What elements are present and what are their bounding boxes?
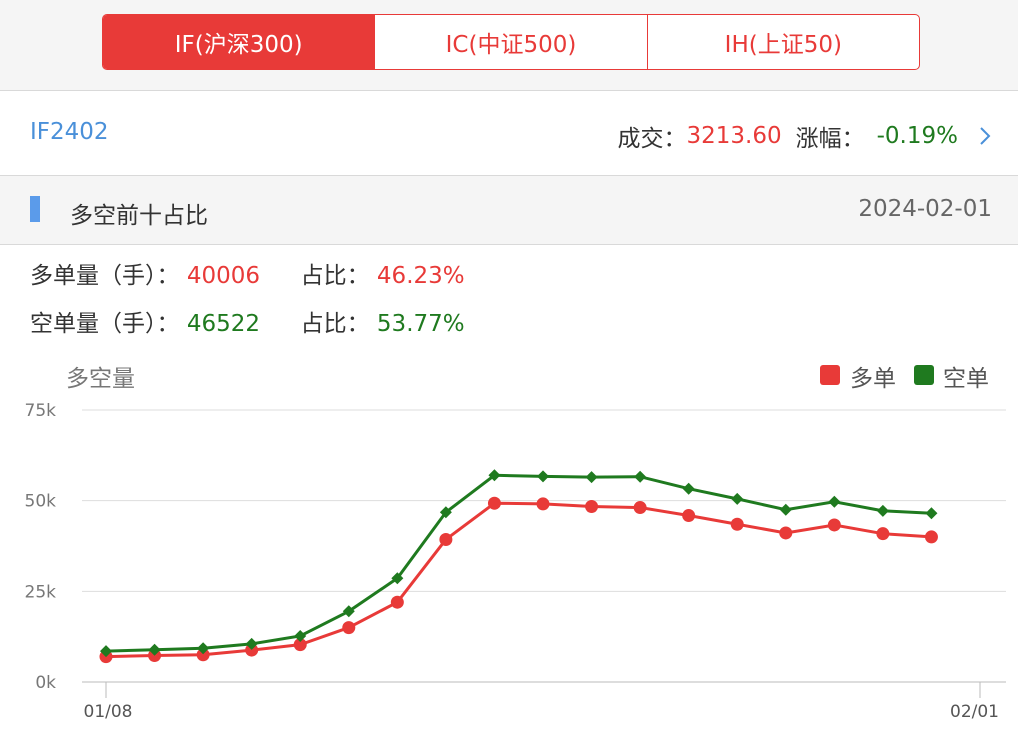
section-header: 多空前十占比 2024-02-01 [0,175,1018,245]
volume-label: 成交： [617,126,687,152]
legend-swatch-long [820,365,840,385]
chevron-right-icon[interactable] [976,125,994,147]
data-point-short [537,470,549,483]
data-point-long [439,532,453,546]
long-label: 多单量（手）： [30,263,180,289]
data-point-long [585,499,599,513]
data-point-long [342,621,356,635]
long-ratio: 46.23% [376,263,465,289]
short-value: 46522 [186,311,260,337]
change-value: -0.19% [876,123,958,149]
long-value: 40006 [186,263,260,289]
data-point-short [731,492,744,505]
legend-label-long: 多单 [850,366,896,392]
quote-info: 成交： 3213.60 涨幅： -0.19% [618,119,995,153]
data-point-short [634,470,647,483]
volume-value: 3213.60 [686,123,782,149]
short-ratio-label: 占比： [300,311,370,337]
data-point-short [585,471,598,484]
series-line-long [105,501,932,659]
series-line-short [105,473,932,653]
section-title: 多空前十占比 [70,203,208,229]
long-short-chart: 多空量 多单 空单 0k 25k 50k 75k 01/08 02/01 [25,365,1006,722]
data-point-long [487,496,501,510]
tab-if[interactable]: IF(沪深300) [103,15,375,69]
long-stats: 多单量（手）： 40006 占比： 46.23% [30,256,465,290]
contract-row[interactable]: IF2402 成交： 3213.60 涨幅： -0.19% [0,91,1018,175]
data-point-long [390,595,404,609]
data-point-short [682,482,695,495]
short-label: 空单量（手）： [30,311,180,337]
contract-tabs-bar: IF(沪深300) IC(中证500) IH(上证50) [0,0,1018,91]
y-tick-label: 25k [25,582,57,602]
data-point-short [876,504,889,517]
contract-tabs: IF(沪深300) IC(中证500) IH(上证50) [102,14,920,70]
tab-ic[interactable]: IC(中证500) [374,15,646,69]
legend-label-short: 空单 [943,366,989,392]
data-point-short [925,507,938,520]
long-ratio-label: 占比： [300,263,370,289]
x-tick-label: 02/01 [950,702,999,722]
data-point-short [828,495,841,508]
data-point-long [536,497,550,511]
change-label: 涨幅： [795,126,865,152]
x-tick-label: 01/08 [84,702,133,722]
tab-ih[interactable]: IH(上证50) [646,15,919,69]
short-stats: 空单量（手）： 46522 占比： 53.77% [30,304,465,338]
contract-code[interactable]: IF2402 [30,119,109,145]
data-point-long [779,526,793,540]
data-point-long [633,501,647,515]
y-tick-label: 0k [35,673,56,693]
section-date: 2024-02-01 [858,196,992,222]
data-point-long [876,527,890,541]
chart-title: 多空量 [66,366,135,392]
data-point-long [682,509,696,523]
section-marker [30,196,40,222]
data-point-short [779,503,792,516]
data-point-long [827,518,841,532]
data-point-long [924,530,938,544]
chart-legend: 多单 空单 [820,365,989,392]
legend-swatch-short [914,365,934,385]
data-point-long [730,517,744,531]
short-ratio: 53.77% [376,311,465,337]
y-tick-label: 50k [25,492,57,512]
y-tick-label: 75k [25,401,57,421]
